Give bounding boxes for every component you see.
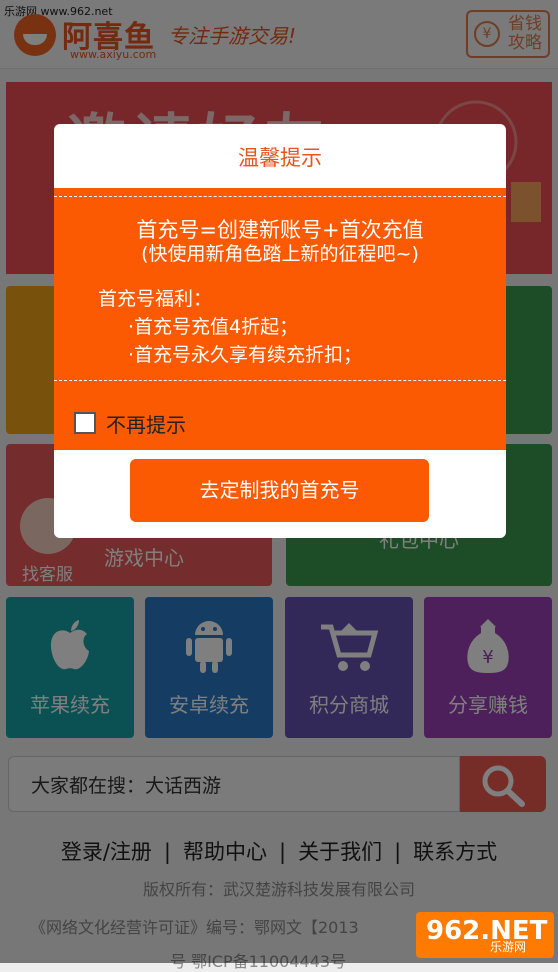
dialog-subtitle: (快使用新角色踏上新的征程吧~) [141,243,419,265]
benefit-heading: 首充号福利： [98,288,213,310]
tip-dialog: 温馨提示 首充号=创建新账号+首次充值 (快使用新角色踏上新的征程吧~) 首充号… [54,124,506,538]
benefit-item: ·首充号充值4折起； [128,316,299,338]
dialog-title: 温馨提示 [238,146,322,170]
dashed-divider [54,380,506,381]
benefit-item: ·首充号永久享有续充折扣； [128,344,363,366]
dont-show-label[interactable]: 不再提示 [106,409,186,438]
watermark-logo: 962.NET 乐游网 [416,912,554,958]
customize-first-recharge-button[interactable]: 去定制我的首充号 [130,459,429,522]
watermark-number: 962.NET [426,916,548,946]
watermark-sub: 乐游网 [490,940,527,954]
dont-show-checkbox[interactable] [74,412,96,434]
dashed-divider [54,196,506,197]
